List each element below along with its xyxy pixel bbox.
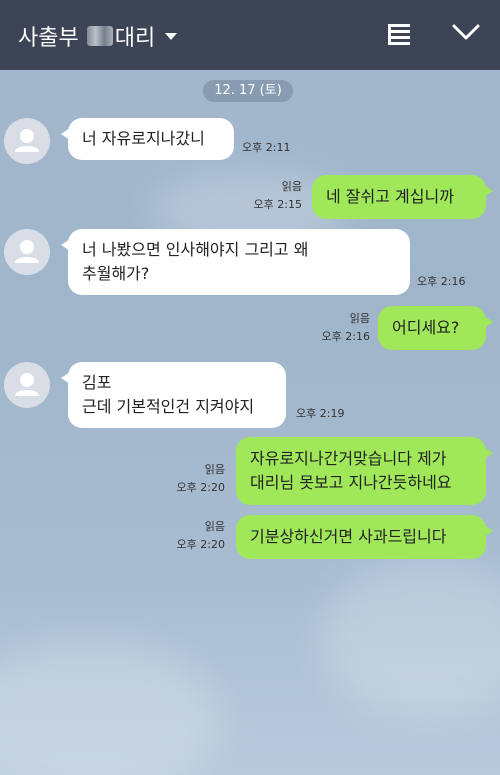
chat-title-prefix: 사출부 — [18, 26, 79, 51]
caret-down-icon[interactable] — [165, 32, 178, 40]
avatar[interactable] — [4, 229, 50, 275]
message-bubble-outgoing[interactable]: 자유로지나간거맞습니다 제가 대리님 못보고 지나간듯하네요 — [236, 437, 493, 505]
message-time: 오후 2:15 — [253, 198, 302, 211]
menu-icon[interactable] — [388, 24, 410, 48]
message-bubble-outgoing[interactable]: 네 잘쉬고 계십니까 — [312, 175, 493, 219]
avatar[interactable] — [4, 362, 50, 408]
message-meta: 읽음 오후 2:20 — [170, 520, 225, 552]
message-bubble-outgoing[interactable]: 기분상하신거면 사과드립니다 — [236, 515, 493, 559]
message-meta: 읽음 오후 2:15 — [247, 180, 302, 212]
message-time: 오후 2:11 — [242, 141, 291, 154]
message-time: 오후 2:19 — [296, 407, 345, 420]
read-status: 읽음 — [204, 463, 225, 476]
message-time: 오후 2:20 — [176, 538, 225, 551]
message-meta: 읽음 오후 2:16 — [318, 312, 370, 344]
chevron-down-icon[interactable] — [451, 22, 481, 42]
chat-screen: 사출부 대리 12. 17 (토) 너 자유로지나갔니 오후 2:11 읽음 오… — [0, 0, 500, 775]
chat-title[interactable]: 사출부 대리 — [18, 20, 178, 52]
message-time: 오후 2:20 — [176, 481, 225, 494]
message-bubble-incoming[interactable]: 김포 근데 기본적인건 지켜야지 — [61, 362, 286, 428]
chat-header: 사출부 대리 — [0, 0, 500, 70]
message-time: 오후 2:16 — [321, 330, 370, 343]
background-cloud — [0, 640, 220, 775]
message-bubble-outgoing[interactable]: 어디세요? — [378, 306, 493, 350]
read-status: 읽음 — [204, 520, 225, 533]
date-divider: 12. 17 (토) — [203, 80, 293, 102]
background-cloud — [320, 560, 500, 720]
read-status: 읽음 — [349, 312, 370, 325]
message-meta: 읽음 오후 2:20 — [170, 463, 225, 495]
message-time: 오후 2:16 — [417, 275, 466, 288]
message-bubble-incoming[interactable]: 너 나봤으면 인사해야지 그리고 왜 추월해가? — [61, 229, 410, 295]
message-bubble-incoming[interactable]: 너 자유로지나갔니 — [61, 118, 234, 160]
chat-title-suffix: 대리 — [114, 26, 156, 51]
avatar[interactable] — [4, 118, 50, 164]
blurred-name — [86, 26, 113, 46]
read-status: 읽음 — [281, 180, 302, 193]
